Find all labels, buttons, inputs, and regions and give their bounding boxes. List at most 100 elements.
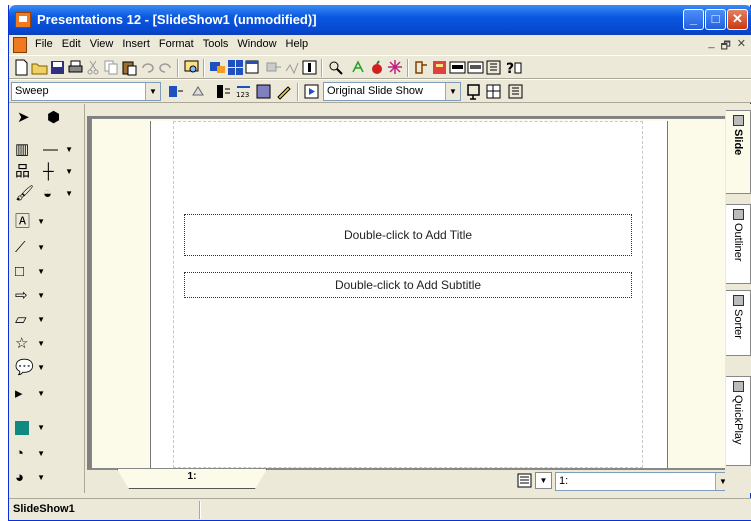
speaker-notes-icon[interactable] xyxy=(301,59,318,76)
quickplay-view-icon xyxy=(732,381,744,392)
master-gallery-value: Sweep xyxy=(15,85,49,97)
status-bar: SlideShow1 xyxy=(9,498,751,520)
speaker-notes-view-icon[interactable] xyxy=(485,83,502,100)
action-button-icon[interactable]: ▸ ▼ xyxy=(15,384,45,404)
print-icon[interactable] xyxy=(67,59,84,76)
slideshow-select[interactable]: Original Slide Show ▼ xyxy=(323,82,461,101)
menu-file[interactable]: File xyxy=(35,38,53,50)
background-icon[interactable] xyxy=(245,59,262,76)
doc-close-button[interactable]: ✕ xyxy=(737,37,746,56)
help-icon[interactable]: ? xyxy=(505,59,522,77)
play-show-icon[interactable] xyxy=(303,83,320,100)
slide-navigator-icon[interactable] xyxy=(516,472,533,489)
minimize-button[interactable]: _ xyxy=(683,9,704,30)
line-shape-icon[interactable]: ⟋ ▼ xyxy=(15,238,45,258)
doc-minimize-button[interactable]: _ xyxy=(708,37,714,56)
callout-icon[interactable]: 💬 ▼ xyxy=(15,358,45,378)
maximize-button[interactable]: □ xyxy=(705,9,726,30)
title-bar[interactable]: Presentations 12 - [SlideShow1 (unmodifi… xyxy=(9,5,751,35)
apple-icon[interactable] xyxy=(369,59,386,76)
document-icon[interactable] xyxy=(13,37,27,53)
arrow-shape-icon[interactable]: ⇨ ▼ xyxy=(15,286,45,306)
toolbar-separator xyxy=(177,59,179,77)
sequence-numbers-icon[interactable]: 123 xyxy=(235,83,252,100)
fill-color-icon[interactable]: ▼ xyxy=(15,418,45,438)
slide-tab-label: 1: xyxy=(187,471,197,482)
menu-help[interactable]: Help xyxy=(286,38,309,50)
fill-pattern-icon[interactable]: ◔ ▼ xyxy=(15,444,45,464)
rectangle-icon[interactable]: □ ▼ xyxy=(15,262,45,282)
menu-tools[interactable]: Tools xyxy=(203,38,229,50)
pencil-draw-icon[interactable] xyxy=(275,83,292,100)
show-on-the-go-toolbar-icon[interactable] xyxy=(507,83,524,100)
drawing-tool-palette: ➤ ⬢ ▥ — ▼ 品 ┼ ▼ 🖌 ◒ ▼ 🄰 ▼ ⟋ ▼ □ ▼ ⇨ ▼ ▱ ▼ ☆ ▼ 💬 ▼ … xyxy=(9,104,85,493)
menu-insert[interactable]: Insert xyxy=(122,38,150,50)
show-on-the-go-icon[interactable] xyxy=(485,59,502,76)
tab-slide[interactable]: Slide xyxy=(726,110,751,194)
slide-canvas[interactable]: Double-click to Add Title Double-click t… xyxy=(150,121,668,468)
sparkle-icon[interactable] xyxy=(387,59,404,76)
line-width-icon[interactable]: ┼ ▼ xyxy=(43,162,73,182)
spell-check-icon[interactable] xyxy=(351,59,368,76)
menu-format[interactable]: Format xyxy=(159,38,194,50)
chevron-down-icon[interactable]: ▼ xyxy=(145,83,160,100)
object-select-icon[interactable]: ⬢ xyxy=(47,108,77,128)
tab-sorter[interactable]: Sorter xyxy=(726,290,751,356)
brush-icon[interactable]: 🖌 xyxy=(15,184,45,204)
transition-icon[interactable] xyxy=(265,59,282,76)
pasteboard: Double-click to Add Title Double-click t… xyxy=(91,118,736,469)
open-folder-icon[interactable] xyxy=(31,59,48,76)
fill-bucket-icon[interactable]: ◒ ▼ xyxy=(43,184,73,204)
bullet-format-icon[interactable] xyxy=(167,83,184,100)
master-gallery-select[interactable]: Sweep ▼ xyxy=(11,82,161,101)
chevron-down-icon[interactable]: ▼ xyxy=(535,472,552,489)
main-toolbar: ? xyxy=(9,55,751,79)
new-document-icon[interactable] xyxy=(13,59,30,76)
slide-properties-icon[interactable] xyxy=(255,83,272,100)
slideshow-value: Original Slide Show xyxy=(327,85,423,97)
doc-restore-button[interactable]: 🗗 xyxy=(720,37,730,56)
pdf-icon[interactable] xyxy=(449,59,466,76)
menu-edit[interactable]: Edit xyxy=(62,38,81,50)
display-sequence-icon[interactable] xyxy=(215,83,232,100)
org-chart-icon[interactable]: 品 xyxy=(15,162,45,182)
sorter-view-icon xyxy=(732,295,744,306)
custom-show-icon[interactable] xyxy=(465,83,482,100)
chart-icon[interactable]: ▥ xyxy=(15,140,45,160)
select-arrow-icon[interactable]: ➤ xyxy=(17,108,47,128)
tab-outliner-label: Outliner xyxy=(732,223,744,262)
xml-icon[interactable] xyxy=(467,59,484,76)
flash-export-icon[interactable] xyxy=(431,59,448,76)
shadow-icon[interactable]: ◕ ▼ xyxy=(15,468,45,488)
copy-icon[interactable] xyxy=(103,59,120,76)
slide-layout-icon[interactable] xyxy=(227,59,244,76)
flowchart-icon[interactable]: ▱ ▼ xyxy=(15,310,45,330)
web-publish-icon[interactable] xyxy=(413,59,430,76)
presentations-app-icon[interactable] xyxy=(15,12,31,28)
subtitle-placeholder[interactable]: Double-click to Add Subtitle xyxy=(184,272,632,298)
star-icon[interactable]: ☆ ▼ xyxy=(15,334,45,354)
menu-items: File Edit View Insert Format Tools Windo… xyxy=(35,38,308,50)
zoom-icon[interactable] xyxy=(183,59,200,76)
sound-icon[interactable] xyxy=(283,59,300,76)
slide-selector[interactable]: 1: ▼ xyxy=(555,472,731,491)
menu-window[interactable]: Window xyxy=(237,38,276,50)
insert-slide-icon[interactable] xyxy=(209,59,226,76)
tab-outliner[interactable]: Outliner xyxy=(726,204,751,284)
text-box-icon[interactable]: 🄰 ▼ xyxy=(15,212,45,232)
undo-icon[interactable] xyxy=(139,59,156,76)
slide-tab[interactable]: 1: xyxy=(117,469,267,489)
line-style-icon[interactable]: — ▼ xyxy=(43,140,73,160)
tab-quickplay[interactable]: QuickPlay xyxy=(726,376,751,466)
title-placeholder[interactable]: Double-click to Add Title xyxy=(184,214,632,256)
object-animation-icon[interactable] xyxy=(191,83,208,100)
menu-view[interactable]: View xyxy=(90,38,114,50)
paste-icon[interactable] xyxy=(121,59,138,76)
cut-icon[interactable] xyxy=(85,59,102,76)
save-icon[interactable] xyxy=(49,59,66,76)
tab-sorter-label: Sorter xyxy=(732,309,744,339)
close-button[interactable]: ✕ xyxy=(727,9,748,30)
redo-icon[interactable] xyxy=(157,59,174,76)
search-zoom-icon[interactable] xyxy=(327,59,344,76)
chevron-down-icon[interactable]: ▼ xyxy=(445,83,460,100)
